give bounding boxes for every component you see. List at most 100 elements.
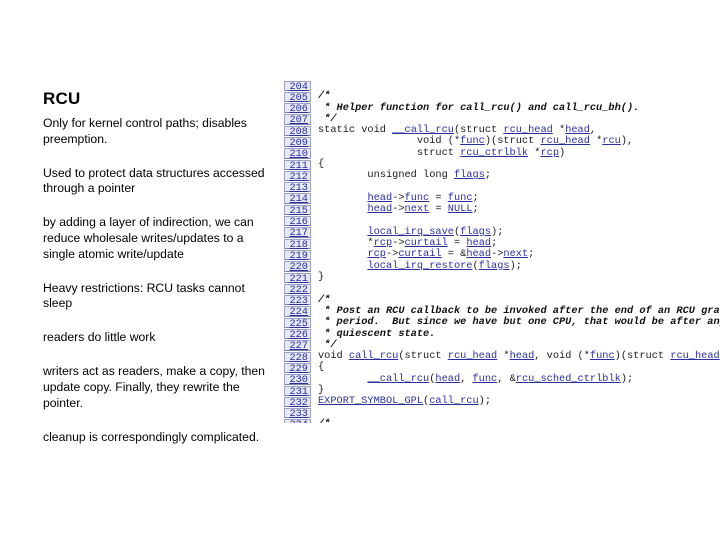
line-number-link[interactable]: 215 (284, 204, 311, 216)
identifier-link[interactable]: func (460, 135, 485, 147)
code-token: (struct (453, 124, 504, 137)
identifier-link[interactable]: func (448, 192, 473, 204)
identifier-link[interactable]: rcu (602, 135, 621, 147)
line-number-link[interactable]: 204 (284, 80, 311, 92)
line-number-link[interactable]: 225 (284, 317, 311, 329)
code-token: ; (528, 248, 535, 261)
line-number-link[interactable]: 209 (284, 136, 311, 148)
code-comment: /* (318, 90, 331, 103)
line-number-link[interactable]: 234 (284, 419, 311, 423)
line-number-link[interactable]: 210 (284, 148, 311, 160)
identifier-link[interactable]: rcu_head (448, 350, 497, 362)
code-token: static void (318, 124, 393, 137)
identifier-link[interactable]: head (435, 373, 460, 385)
line-number-link[interactable]: 227 (284, 340, 311, 352)
line-number-link[interactable]: 230 (284, 374, 311, 386)
line-number-link[interactable]: 233 (284, 408, 311, 419)
code-token: { (318, 361, 325, 374)
identifier-link[interactable]: next (405, 203, 430, 215)
identifier-link[interactable]: head (466, 248, 491, 260)
line-number-link[interactable]: 218 (284, 238, 311, 250)
code-line: 222 (284, 283, 720, 295)
identifier-link[interactable]: rcp (374, 237, 393, 249)
line-number-link[interactable]: 220 (284, 261, 311, 273)
identifier-link[interactable]: flags (479, 260, 510, 272)
code-line: 230 __call_rcu(head, func, &rcu_sched_ct… (284, 372, 720, 386)
code-line: 220 local_irq_restore(flags); (284, 259, 720, 273)
identifier-link[interactable]: local_irq_restore (367, 260, 472, 272)
identifier-link[interactable]: __call_rcu (392, 124, 454, 136)
code-line: 210 struct rcu_ctrlblk *rcp) (284, 147, 720, 160)
identifier-link[interactable]: curtail (398, 248, 441, 260)
identifier-link[interactable]: rcu_head (670, 350, 719, 362)
identifier-link[interactable]: rcu_head (503, 124, 552, 136)
line-number-link[interactable]: 229 (284, 362, 311, 374)
code-token: )(struct (484, 135, 541, 148)
line-number-link[interactable]: 221 (284, 272, 311, 284)
identifier-link[interactable]: NULL (448, 203, 473, 215)
code-text: __call_rcu(head, func, &rcu_sched_ctrlbl… (318, 372, 633, 385)
code-text: struct rcu_ctrlblk *rcp) (318, 147, 565, 159)
identifier-link[interactable]: __call_rcu (367, 373, 429, 385)
identifier-link[interactable]: head (367, 192, 392, 204)
identifier-link[interactable]: rcp (540, 147, 559, 159)
identifier-link[interactable]: flags (460, 226, 491, 238)
identifier-link[interactable]: local_irq_save (367, 226, 454, 238)
code-text: } (318, 271, 325, 284)
code-token: , (460, 372, 473, 385)
line-number-link[interactable]: 208 (284, 125, 311, 137)
line-number-link[interactable]: 226 (284, 329, 311, 340)
line-number-link[interactable]: 205 (284, 91, 311, 103)
identifier-link[interactable]: head (565, 124, 590, 136)
identifier-link[interactable]: rcp (367, 248, 386, 260)
identifier-link[interactable]: next (503, 248, 528, 260)
line-number-link[interactable]: 212 (284, 170, 311, 182)
identifier-link[interactable]: rcu_head (540, 135, 589, 147)
line-number-link[interactable]: 207 (284, 114, 311, 126)
code-token: , & (497, 372, 516, 385)
identifier-link[interactable]: curtail (405, 237, 448, 249)
identifier-link[interactable]: func (590, 350, 615, 362)
code-line: 233 (284, 408, 720, 419)
code-token: -> (385, 248, 399, 261)
line-number-link[interactable]: 219 (284, 249, 311, 261)
code-text: head->next = NULL; (318, 203, 478, 216)
code-token: = (429, 191, 448, 204)
identifier-link[interactable]: call_rcu (349, 350, 398, 362)
identifier-link[interactable]: EXPORT_SYMBOL_GPL (318, 395, 423, 407)
code-token: * (589, 135, 603, 148)
identifier-link[interactable]: func (405, 192, 430, 204)
bullet-item: Only for kernel control paths; disables … (43, 116, 247, 146)
line-number-link[interactable]: 216 (284, 216, 311, 227)
identifier-link[interactable]: head (510, 350, 535, 362)
line-number-link[interactable]: 213 (284, 182, 311, 193)
line-number-link[interactable]: 206 (284, 103, 311, 114)
line-number-link[interactable]: 224 (284, 306, 311, 318)
code-token: -> (392, 203, 405, 216)
identifier-link[interactable]: head (367, 203, 392, 215)
line-number-link[interactable]: 231 (284, 385, 311, 397)
code-token: ); (491, 225, 504, 238)
identifier-link[interactable]: func (473, 373, 498, 385)
code-token: void (318, 350, 349, 363)
line-number-link[interactable]: 232 (284, 396, 311, 408)
identifier-link[interactable]: head (466, 237, 491, 249)
line-number-link[interactable]: 223 (284, 295, 311, 306)
line-number-link[interactable]: 211 (284, 159, 311, 171)
line-number-link[interactable]: 214 (284, 193, 311, 205)
line-number-link[interactable]: 217 (284, 227, 311, 239)
identifier-link[interactable]: rcu_ctrlblk (460, 147, 528, 159)
code-token: } (318, 271, 325, 284)
code-token: * (318, 237, 374, 250)
line-number-link[interactable]: 222 (284, 283, 311, 295)
code-line: 215 head->next = NULL; (284, 203, 720, 216)
identifier-link[interactable]: flags (454, 169, 485, 181)
code-line: 226 * quiescent state. (284, 328, 720, 340)
code-token: ); (509, 259, 522, 272)
identifier-link[interactable]: call_rcu (429, 395, 478, 407)
line-number-link[interactable]: 228 (284, 351, 311, 363)
code-token: -> (392, 237, 405, 250)
code-text: /* (318, 418, 330, 423)
identifier-link[interactable]: rcu_sched_ctrlblk (516, 373, 621, 385)
